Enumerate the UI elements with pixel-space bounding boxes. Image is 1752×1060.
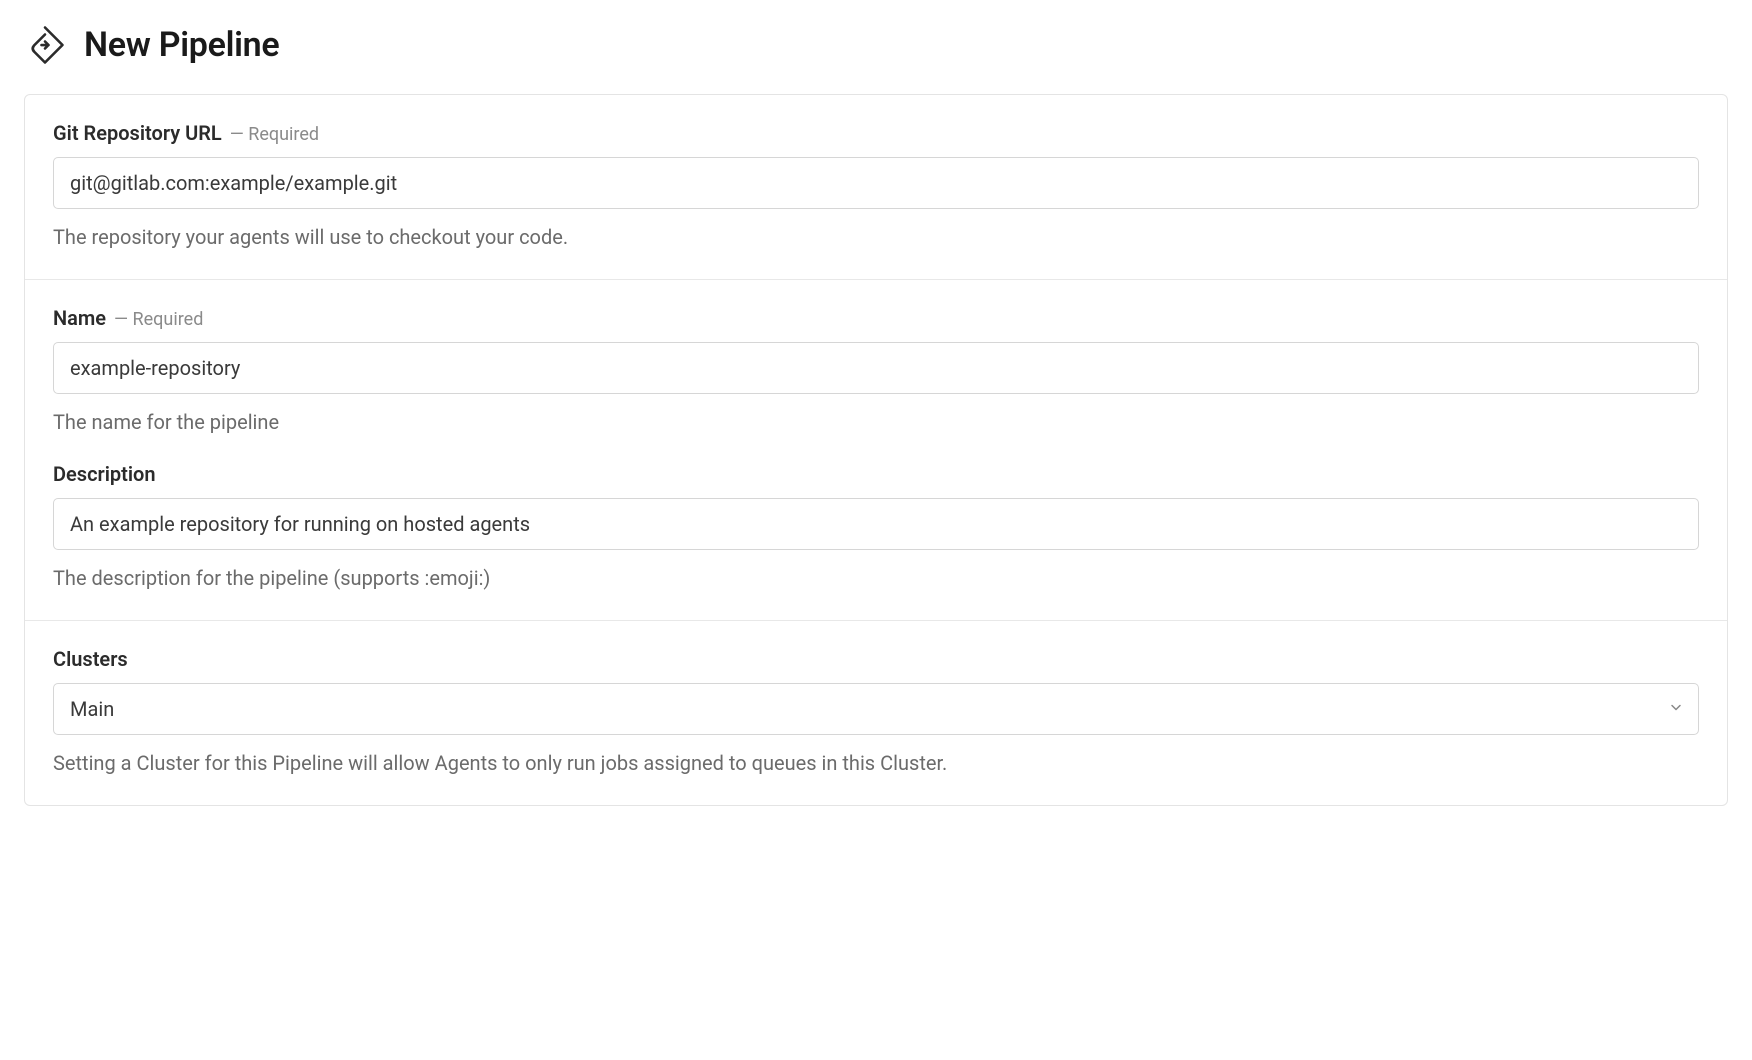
name-label: Name bbox=[53, 306, 106, 330]
section-name-description: Name — Required The name for the pipelin… bbox=[25, 279, 1727, 620]
description-label: Description bbox=[53, 462, 156, 486]
pipeline-form: Git Repository URL — Required The reposi… bbox=[24, 94, 1728, 806]
git-repo-label: Git Repository URL bbox=[53, 121, 222, 145]
name-help: The name for the pipeline bbox=[53, 408, 1699, 436]
field-name: Name — Required The name for the pipelin… bbox=[53, 306, 1699, 436]
field-description: Description The description for the pipe… bbox=[53, 462, 1699, 592]
description-input[interactable] bbox=[53, 498, 1699, 550]
name-required: — Required bbox=[114, 309, 203, 330]
section-git-repo: Git Repository URL — Required The reposi… bbox=[25, 95, 1727, 279]
page-title: New Pipeline bbox=[84, 25, 279, 65]
name-label-row: Name — Required bbox=[53, 306, 1699, 330]
field-clusters: Clusters Main Setting a Cluster for this… bbox=[53, 647, 1699, 777]
clusters-label: Clusters bbox=[53, 647, 128, 671]
clusters-label-row: Clusters bbox=[53, 647, 1699, 671]
section-clusters: Clusters Main Setting a Cluster for this… bbox=[25, 620, 1727, 805]
git-repo-required: — Required bbox=[230, 124, 319, 145]
git-repo-input[interactable] bbox=[53, 157, 1699, 209]
field-git-repo: Git Repository URL — Required The reposi… bbox=[53, 121, 1699, 251]
clusters-select[interactable]: Main bbox=[53, 683, 1699, 735]
clusters-help: Setting a Cluster for this Pipeline will… bbox=[53, 749, 1699, 777]
description-help: The description for the pipeline (suppor… bbox=[53, 564, 1699, 592]
description-label-row: Description bbox=[53, 462, 1699, 486]
git-repo-help: The repository your agents will use to c… bbox=[53, 223, 1699, 251]
pipeline-icon bbox=[24, 24, 66, 66]
clusters-select-wrap: Main bbox=[53, 683, 1699, 735]
page-header: New Pipeline bbox=[24, 24, 1728, 66]
name-input[interactable] bbox=[53, 342, 1699, 394]
git-repo-label-row: Git Repository URL — Required bbox=[53, 121, 1699, 145]
